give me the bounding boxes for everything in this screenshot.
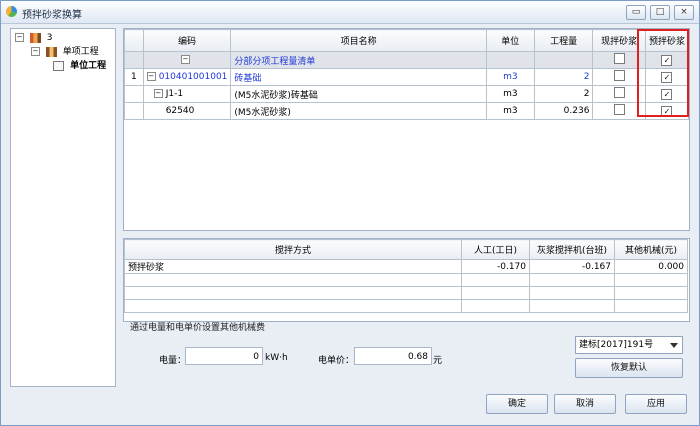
ready-mix-highlight	[637, 29, 689, 117]
collapse-icon[interactable]: −	[15, 33, 24, 42]
mix-checkbox[interactable]	[613, 53, 625, 64]
window-title: 预拌砂浆换算	[22, 10, 82, 21]
reset-default-button[interactable]: 恢复默认	[575, 358, 683, 378]
unit-header: 单位	[485, 29, 535, 52]
table-row[interactable]	[124, 286, 688, 300]
collapse-icon[interactable]: −	[146, 72, 156, 81]
building-icon	[45, 46, 57, 57]
project-tree: − 3 − 单项工程 单位工程	[10, 28, 116, 387]
table-row[interactable]: 预拌砂浆 -0.170 -0.167 0.000	[124, 259, 688, 274]
quantity-header: 工程量	[533, 29, 594, 52]
table-row[interactable]: 62540 (M5水泥砂浆) m3 0.236 ✓	[124, 102, 690, 120]
maximize-icon[interactable]: □	[650, 5, 670, 20]
labor-header: 人工(工日)	[461, 239, 530, 260]
quantity-grid: 编码 项目名称 单位 工程量 现拌砂浆 预拌砂浆 − 分部分项工程量清单 ✓ 1…	[123, 28, 690, 231]
title-bar: 预拌砂浆换算 ▭ □ ×	[1, 1, 699, 24]
tree-root[interactable]: − 3	[15, 32, 52, 45]
restore-icon[interactable]: ▭	[626, 5, 646, 20]
mixer-header: 灰浆搅拌机(台班)	[529, 239, 615, 260]
tree-single-project[interactable]: − 单项工程	[31, 46, 99, 59]
dialog-window: 预拌砂浆换算 ▭ □ × − 3 − 单项工程 单位工程 编码 项目名称 单位 …	[0, 0, 700, 426]
collapse-icon[interactable]: −	[153, 89, 163, 98]
mix-checkbox[interactable]	[613, 87, 625, 98]
other-machine-header: 其他机械(元)	[614, 239, 688, 260]
table-row[interactable]: − J1-1 (M5水泥砂浆)砖基础 m3 2 ✓	[124, 85, 690, 103]
project-icon	[29, 32, 41, 43]
code-header: 编码	[142, 29, 232, 52]
collapse-icon[interactable]: −	[181, 55, 191, 64]
power-price-input[interactable]: 0.68	[354, 347, 432, 365]
row-header	[124, 29, 144, 52]
book-icon	[53, 60, 64, 71]
mix-checkbox[interactable]	[613, 104, 625, 115]
tree-unit-project[interactable]: 单位工程	[53, 60, 106, 73]
power-qty-label: 电量：	[159, 356, 187, 366]
price-unit: 元	[433, 356, 443, 366]
name-header: 项目名称	[230, 29, 487, 52]
power-qty-input[interactable]: 0	[185, 347, 263, 365]
table-row[interactable]: 1 −010401001001 砖基础 m3 2 ✓	[124, 68, 690, 86]
table-row[interactable]	[124, 273, 688, 287]
app-icon	[6, 6, 17, 17]
chevron-down-icon	[670, 343, 678, 348]
cancel-button[interactable]: 取消	[554, 394, 616, 414]
mix-checkbox[interactable]	[613, 70, 625, 81]
power-section-title: 通过电量和电单价设置其他机械费	[130, 323, 266, 333]
power-unit: kW·h	[265, 353, 288, 363]
ok-button[interactable]: 确定	[486, 394, 548, 414]
apply-button[interactable]: 应用	[625, 394, 687, 414]
table-row[interactable]	[124, 299, 688, 313]
close-icon[interactable]: ×	[674, 5, 694, 20]
power-price-label: 电单价：	[318, 356, 355, 366]
standard-select[interactable]: 建标[2017]191号	[575, 336, 683, 354]
table-row[interactable]: − 分部分项工程量清单 ✓	[124, 51, 690, 69]
mix-method-header: 搅拌方式	[124, 239, 462, 260]
mix-method-table: 搅拌方式 人工(工日) 灰浆搅拌机(台班) 其他机械(元) 预拌砂浆 -0.17…	[123, 238, 690, 322]
collapse-icon[interactable]: −	[31, 47, 40, 56]
